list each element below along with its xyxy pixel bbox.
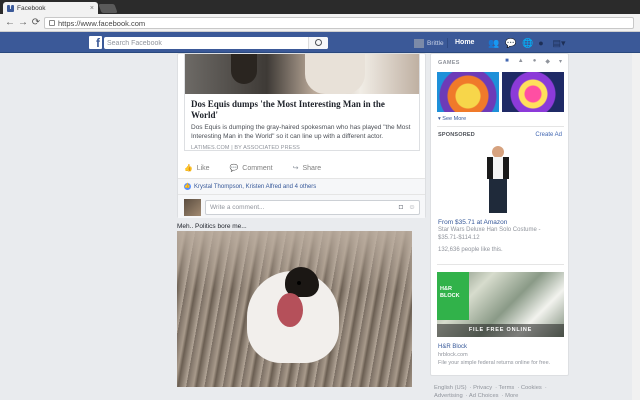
- comment-label: Comment: [242, 164, 273, 172]
- thumbs-up-icon[interactable]: ▲: [518, 58, 524, 65]
- commenter-avatar: [184, 199, 201, 216]
- profile-name[interactable]: Brittle: [427, 40, 444, 47]
- comment-box[interactable]: ◘ ☺: [205, 200, 420, 215]
- hr-block-logo: H&R BLOCK: [437, 272, 469, 320]
- search-box[interactable]: [104, 37, 328, 49]
- camera-icon[interactable]: ◘: [397, 204, 405, 212]
- notifications-globe-icon[interactable]: 🌐: [522, 38, 533, 48]
- link-preview-image[interactable]: [185, 54, 419, 94]
- ad-title[interactable]: From $35.71 at Amazon: [438, 219, 507, 226]
- comment-icon: 💬: [229, 165, 239, 172]
- search-icon[interactable]: [308, 37, 328, 49]
- see-more-label: See More: [442, 116, 467, 122]
- tab-close-icon[interactable]: ×: [90, 5, 94, 12]
- ad-likes: 132,636 people like this.: [438, 247, 503, 253]
- han-solo-costume-image[interactable]: [481, 146, 517, 216]
- scrollbar[interactable]: [632, 53, 640, 400]
- people-icon[interactable]: ●: [533, 58, 537, 65]
- footer-link[interactable]: Ad Choices: [469, 393, 499, 399]
- post-actions: 👍 Like 💬 Comment ↪ Share: [184, 160, 420, 176]
- feed-post-link: Dos Equis dumps 'the Most Interesting Ma…: [177, 53, 426, 218]
- puppy-mouth: [277, 293, 303, 327]
- ad-name[interactable]: H&R Block: [438, 344, 467, 350]
- sponsored-heading: SPONSORED: [438, 132, 475, 138]
- footer-link[interactable]: English (US): [434, 385, 467, 391]
- section-divider: [437, 126, 564, 127]
- figure-vest: [487, 157, 493, 179]
- link-description: Dos Equis is dumping the gray-haired spo…: [191, 124, 411, 140]
- search-input[interactable]: [107, 39, 307, 47]
- browser-toolbar: ← → ⟳ https://www.facebook.com: [0, 14, 640, 32]
- figure-vest: [503, 157, 509, 179]
- address-bar-url[interactable]: https://www.facebook.com: [58, 19, 145, 28]
- games-filter-icons: ■ ▲ ● ◆ ▾: [505, 58, 562, 65]
- account-menu-icon[interactable]: ▤▾: [551, 38, 567, 48]
- figure-pants: [489, 179, 507, 213]
- share-label: Share: [302, 164, 322, 172]
- footer-link[interactable]: Advertising: [434, 393, 463, 399]
- facebook-favicon-icon: f: [7, 4, 14, 12]
- reactions-bar: 👍 Krystal Thompson, Kristen Alfred and 4…: [178, 178, 425, 194]
- file-free-banner: FILE FREE ONLINE: [437, 324, 564, 337]
- browser-tab-strip: f Facebook ×: [0, 0, 640, 14]
- home-link[interactable]: Home: [455, 39, 474, 46]
- lock-icon: [49, 20, 55, 26]
- ad-description: File your simple federal returns online …: [438, 360, 551, 366]
- chevron-down-icon[interactable]: ▾: [559, 58, 562, 65]
- reactions-text[interactable]: Krystal Thompson, Kristen Alfred and 4 o…: [194, 184, 316, 190]
- sticker-icon[interactable]: ☺: [408, 204, 416, 212]
- game-thumbnail[interactable]: [502, 72, 564, 112]
- messages-icon[interactable]: 💬: [505, 38, 516, 48]
- browser-tab[interactable]: f Facebook ×: [3, 2, 98, 14]
- link-source: LATIMES.COM | BY ASSOCIATED PRESS: [191, 145, 300, 151]
- create-ad-link[interactable]: Create Ad: [535, 132, 562, 138]
- header-divider: [447, 38, 448, 48]
- ad-description: Star Wars Deluxe Han Solo Costume - $35.…: [438, 227, 541, 241]
- facebook-logo-icon[interactable]: f: [89, 36, 102, 50]
- puppy-photo[interactable]: [177, 231, 412, 387]
- footer-links: English (US) · Privacy · Terms · Cookies · A…: [434, 385, 547, 399]
- feed-post-photo: Meh.. Politics bore me...: [177, 220, 426, 400]
- thumbs-up-icon: 👍: [184, 165, 193, 172]
- post-status-text: Meh.. Politics bore me...: [177, 223, 247, 230]
- profile-avatar[interactable]: [414, 39, 424, 48]
- see-more-link[interactable]: ▾ See More: [438, 116, 466, 122]
- reload-icon[interactable]: ⟳: [30, 17, 42, 29]
- section-divider: [437, 264, 564, 265]
- share-button[interactable]: ↪ Share: [292, 164, 322, 173]
- person-settings-icon[interactable]: ◆: [545, 58, 550, 65]
- puppy-eye: [297, 281, 301, 285]
- link-preview[interactable]: Dos Equis dumps 'the Most Interesting Ma…: [184, 54, 420, 151]
- right-sidebar: GAMES ■ ▲ ● ◆ ▾ ▾ See More SPONSORED Cre…: [430, 53, 569, 376]
- friend-requests-icon[interactable]: 👥: [488, 38, 499, 48]
- footer-link[interactable]: Cookies: [521, 385, 542, 391]
- footer-link[interactable]: More: [505, 393, 518, 399]
- share-icon: ↪: [292, 165, 299, 172]
- game-thumbnail[interactable]: [437, 72, 499, 112]
- comment-composer: ◘ ☺: [178, 194, 425, 218]
- helmet-shape: [231, 54, 257, 84]
- hr-block-ad-image[interactable]: H&R BLOCK FILE FREE ONLINE: [437, 272, 564, 337]
- address-bar[interactable]: https://www.facebook.com: [44, 17, 634, 29]
- facebook-header: f Brittle Home 👥 💬 🌐 ● ▤▾: [0, 32, 640, 53]
- games-heading: GAMES: [438, 60, 460, 66]
- footer-link[interactable]: Terms: [499, 385, 515, 391]
- back-arrow-icon[interactable]: ←: [4, 17, 16, 29]
- link-preview-info: Dos Equis dumps 'the Most Interesting Ma…: [185, 94, 419, 156]
- bookmark-icon[interactable]: ■: [505, 58, 509, 65]
- forward-arrow-icon[interactable]: →: [17, 17, 29, 29]
- new-tab-button[interactable]: [98, 4, 118, 13]
- ad-url: hrblock.com: [438, 352, 468, 358]
- news-feed: Dos Equis dumps 'the Most Interesting Ma…: [177, 53, 426, 400]
- like-label: Like: [196, 164, 210, 172]
- like-button[interactable]: 👍 Like: [184, 164, 210, 173]
- link-title[interactable]: Dos Equis dumps 'the Most Interesting Ma…: [191, 99, 413, 121]
- footer-link[interactable]: Privacy: [473, 385, 492, 391]
- tab-title: Facebook: [17, 4, 46, 12]
- man-shape: [305, 54, 365, 94]
- privacy-shortcuts-icon[interactable]: ●: [536, 38, 546, 48]
- comment-button[interactable]: 💬 Comment: [229, 164, 273, 173]
- comment-input[interactable]: [210, 204, 380, 211]
- like-reaction-icon: 👍: [184, 183, 191, 190]
